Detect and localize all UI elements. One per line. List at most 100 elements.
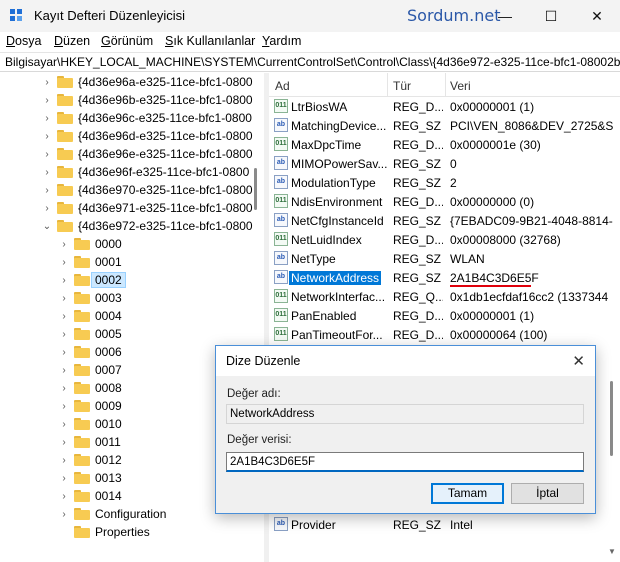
address-bar[interactable]: Bilgisayar\HKEY_LOCAL_MACHINE\SYSTEM\Cur…: [0, 52, 620, 72]
minimize-button[interactable]: —: [482, 0, 528, 32]
tree-node[interactable]: › 0008: [58, 379, 121, 397]
table-row[interactable]: 011 LtrBiosWA REG_D... 0x00000001 (1): [269, 97, 620, 116]
tree-node[interactable]: › 0011: [58, 433, 121, 451]
tree-node[interactable]: › {4d36e96c-e325-11ce-bfc1-0800: [41, 109, 252, 127]
column-header-name[interactable]: Ad: [275, 79, 290, 93]
string-value-icon: ab: [274, 251, 288, 265]
chevron-right-icon[interactable]: ›: [41, 95, 53, 106]
chevron-down-icon[interactable]: ⌄: [41, 221, 53, 232]
menu-edit[interactable]: Düzen: [54, 34, 90, 48]
table-row[interactable]: 011 MaxDpcTime REG_D... 0x0000001e (30): [269, 135, 620, 154]
chevron-right-icon[interactable]: ›: [58, 419, 70, 430]
tree-node[interactable]: › 0009: [58, 397, 121, 415]
tree-node[interactable]: › Configuration: [58, 505, 166, 523]
maximize-button[interactable]: ☐: [528, 0, 574, 32]
tree-node[interactable]: ⌄ {4d36e972-e325-11ce-bfc1-0800: [41, 217, 253, 235]
chevron-right-icon[interactable]: ›: [58, 239, 70, 250]
tree-node-label: 0011: [95, 435, 121, 449]
string-value-icon: ab: [274, 118, 288, 132]
table-row[interactable]: ab MatchingDevice... REG_SZ PCI\VEN_8086&DE…: [269, 116, 620, 135]
value-name-cell: LtrBiosWA: [291, 100, 348, 114]
tree-node[interactable]: › 0007: [58, 361, 121, 379]
chevron-right-icon[interactable]: ›: [41, 131, 53, 142]
tree-node[interactable]: › 0002: [58, 271, 126, 289]
tree-node[interactable]: › 0010: [58, 415, 121, 433]
chevron-right-icon[interactable]: ›: [58, 257, 70, 268]
chevron-right-icon[interactable]: ›: [58, 347, 70, 358]
value-name-cell: Provider: [291, 518, 336, 532]
tree-node[interactable]: › 0003: [58, 289, 121, 307]
menu-favorites[interactable]: Sık Kullanılanlar: [165, 34, 255, 48]
tree-node[interactable]: › {4d36e970-e325-11ce-bfc1-0800: [41, 181, 252, 199]
chevron-right-icon[interactable]: ›: [41, 167, 53, 178]
chevron-right-icon[interactable]: ›: [58, 311, 70, 322]
tree-node[interactable]: › {4d36e96e-e325-11ce-bfc1-0800: [41, 145, 252, 163]
chevron-right-icon[interactable]: ›: [58, 491, 70, 502]
tree-node[interactable]: › 0014: [58, 487, 121, 505]
cancel-button[interactable]: İptal: [511, 483, 584, 504]
tree-node[interactable]: › 0006: [58, 343, 121, 361]
chevron-right-icon[interactable]: ›: [58, 401, 70, 412]
table-row[interactable]: 011 NetLuidIndex REG_D... 0x00008000 (32768…: [269, 230, 620, 249]
tree-node[interactable]: › 0004: [58, 307, 121, 325]
maximize-icon: ☐: [544, 7, 558, 24]
table-row[interactable]: ab Provider REG_SZ Intel: [269, 515, 620, 534]
value-data-input[interactable]: 2A1B4C3D6E5F: [226, 452, 584, 472]
string-value-icon: ab: [274, 156, 288, 170]
menu-file[interactable]: Dosya: [6, 34, 41, 48]
table-row[interactable]: 011 NetworkInterfac... REG_Q... 0x1db1ecfda…: [269, 287, 620, 306]
value-type-cell: REG_D...: [393, 100, 443, 114]
table-row[interactable]: ab ModulationType REG_SZ 2: [269, 173, 620, 192]
table-row[interactable]: 011 PanTimeoutFor... REG_D... 0x00000064 (1…: [269, 325, 620, 344]
tree-node[interactable]: › {4d36e96f-e325-11ce-bfc1-0800: [41, 163, 249, 181]
table-row[interactable]: 011 PanEnabled REG_D... 0x00000001 (1): [269, 306, 620, 325]
chevron-right-icon[interactable]: ›: [58, 473, 70, 484]
tree-scroll-thumb[interactable]: [254, 168, 257, 210]
table-row[interactable]: ab MIMOPowerSav... REG_SZ 0: [269, 154, 620, 173]
list-scroll-thumb[interactable]: [610, 381, 613, 456]
column-divider[interactable]: [387, 73, 388, 97]
list-scrollbar[interactable]: ▼: [604, 73, 620, 562]
scroll-down-arrow-icon[interactable]: ▼: [608, 547, 616, 556]
value-type-cell: REG_D...: [393, 138, 443, 152]
column-header-data[interactable]: Veri: [450, 79, 471, 93]
tree-node[interactable]: › {4d36e96d-e325-11ce-bfc1-0800: [41, 127, 252, 145]
tree-node[interactable]: › {4d36e96a-e325-11ce-bfc1-0800: [41, 73, 252, 91]
tree-node[interactable]: › 0005: [58, 325, 121, 343]
chevron-right-icon[interactable]: ›: [41, 77, 53, 88]
tree-node[interactable]: Properties: [58, 523, 150, 541]
chevron-right-icon[interactable]: ›: [41, 185, 53, 196]
chevron-right-icon[interactable]: ›: [58, 455, 70, 466]
dialog-close-icon[interactable]: ✕: [572, 352, 585, 370]
chevron-right-icon[interactable]: ›: [58, 365, 70, 376]
chevron-right-icon[interactable]: ›: [58, 293, 70, 304]
value-name-cell: PanTimeoutFor...: [291, 328, 383, 342]
column-header-type[interactable]: Tür: [393, 79, 411, 93]
chevron-right-icon[interactable]: ›: [58, 275, 70, 286]
chevron-right-icon[interactable]: ›: [58, 437, 70, 448]
close-button[interactable]: ✕: [574, 0, 620, 32]
chevron-right-icon[interactable]: ›: [58, 329, 70, 340]
tree-node[interactable]: › 0013: [58, 469, 121, 487]
ok-button[interactable]: Tamam: [431, 483, 504, 504]
tree-node[interactable]: › {4d36e971-e325-11ce-bfc1-0800: [41, 199, 252, 217]
tree-node[interactable]: › 0001: [58, 253, 121, 271]
column-divider[interactable]: [445, 73, 446, 97]
menu-view[interactable]: Görünüm: [101, 34, 153, 48]
table-row[interactable]: ab NetCfgInstanceId REG_SZ {7EBADC09-9B21-4…: [269, 211, 620, 230]
tree-node[interactable]: › 0012: [58, 451, 121, 469]
tree-node[interactable]: › 0000: [58, 235, 121, 253]
value-name-cell: MIMOPowerSav...: [291, 157, 387, 171]
value-data-label: Değer verisi:: [227, 434, 292, 446]
menu-help[interactable]: Yardım: [262, 34, 301, 48]
table-row[interactable]: ab NetType REG_SZ WLAN: [269, 249, 620, 268]
table-row[interactable]: 011 NdisEnvironment REG_D... 0x00000000 (0): [269, 192, 620, 211]
chevron-right-icon[interactable]: ›: [41, 203, 53, 214]
chevron-right-icon[interactable]: ›: [41, 149, 53, 160]
chevron-right-icon[interactable]: ›: [58, 383, 70, 394]
address-path[interactable]: Bilgisayar\HKEY_LOCAL_MACHINE\SYSTEM\Cur…: [5, 55, 620, 69]
tree-node[interactable]: › {4d36e96b-e325-11ce-bfc1-0800: [41, 91, 252, 109]
table-row[interactable]: ab NetworkAddress REG_SZ 2A1B4C3D6E5F: [269, 268, 620, 287]
chevron-right-icon[interactable]: ›: [41, 113, 53, 124]
chevron-right-icon[interactable]: ›: [58, 509, 70, 520]
